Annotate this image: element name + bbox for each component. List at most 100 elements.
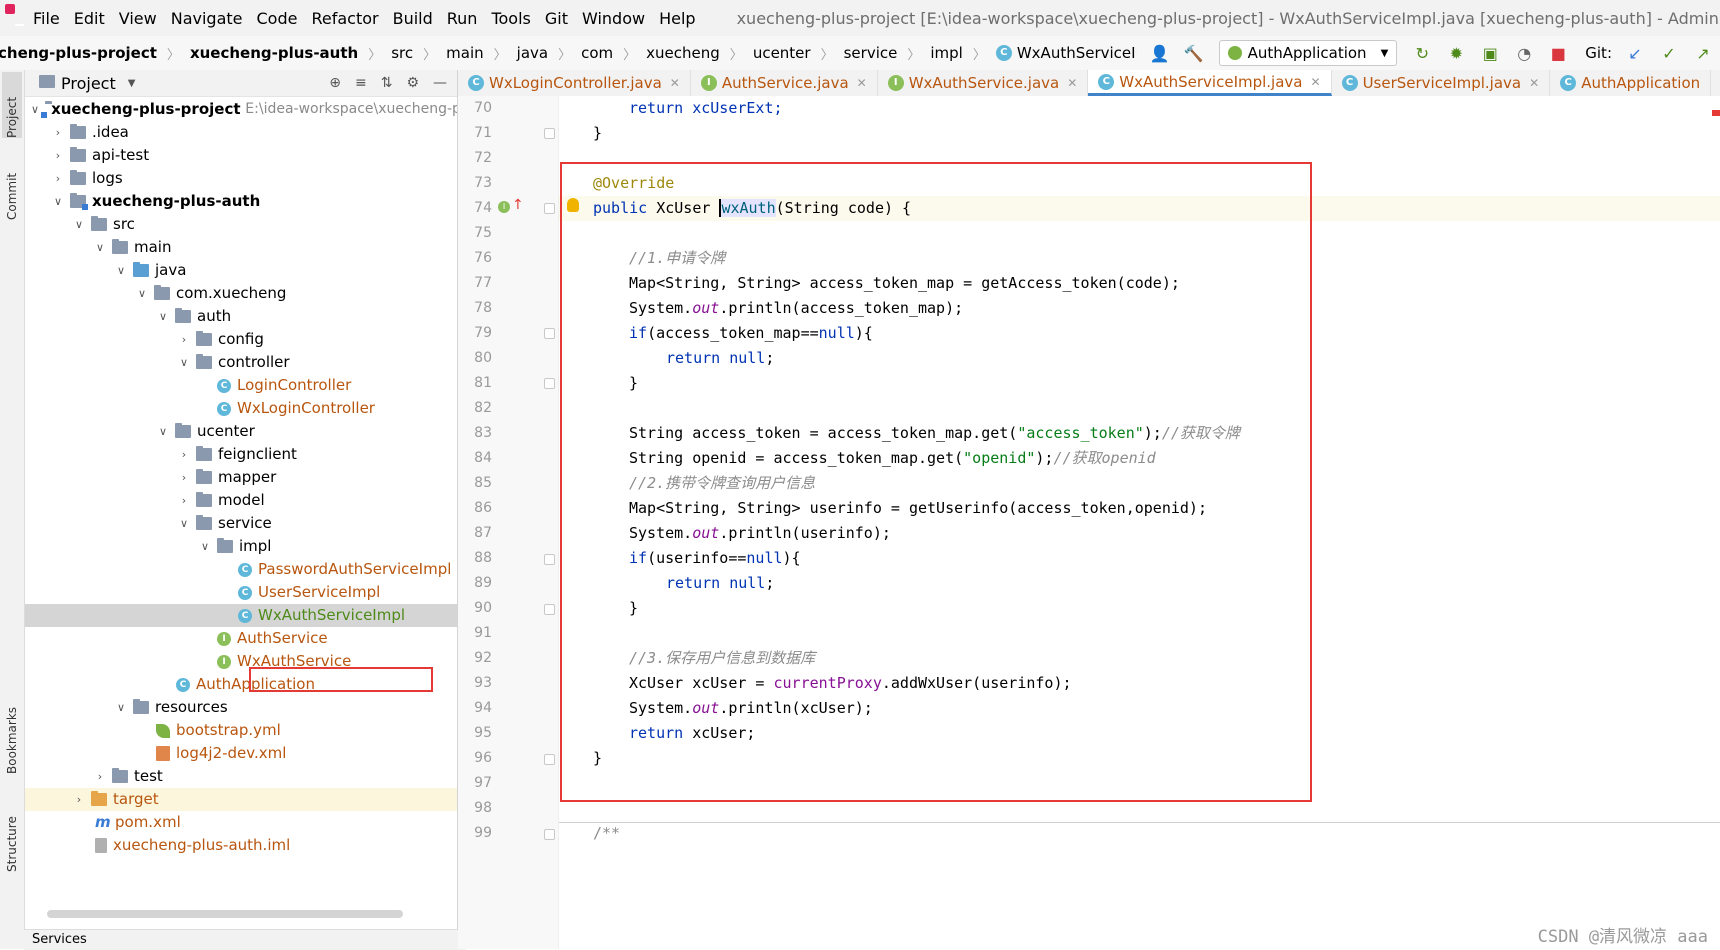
chevron-right-icon[interactable]: › [73,788,85,811]
tree-item-auth-module[interactable]: ∨ xuecheng-plus-auth [25,190,457,213]
tree-item-idea[interactable]: › .idea [25,121,457,144]
breadcrumb-xuecheng[interactable]: xuecheng [644,44,722,62]
tab-wx-auth-service-impl[interactable]: C WxAuthServiceImpl.java ✕ [1088,70,1332,96]
expand-all-icon[interactable]: ≡ [355,75,367,91]
minimize-icon[interactable]: — [433,75,447,91]
menu-edit[interactable]: Edit [67,9,112,28]
run-configuration-select[interactable]: AuthApplication ▼ [1218,40,1398,66]
gear-icon[interactable]: ⚙ [406,75,419,91]
git-update-icon[interactable]: ↙ [1626,44,1644,63]
chevron-down-icon[interactable]: ∨ [178,351,190,374]
menu-build[interactable]: Build [386,9,440,28]
fold-marker-icon[interactable] [544,378,555,389]
tab-wx-login-controller[interactable]: C WxLoginController.java ✕ [458,70,691,96]
commit-tool-button[interactable]: Commit [2,156,22,220]
chevron-down-icon[interactable]: ∨ [199,535,211,558]
horizontal-scrollbar[interactable] [47,910,403,918]
structure-tool-button[interactable]: Structure [2,792,22,872]
tree-item-java[interactable]: ∨ java [25,259,457,282]
tree-item-bootstrap-yml[interactable]: bootstrap.yml [25,719,457,742]
menu-refactor[interactable]: Refactor [304,9,385,28]
tree-item-wx-auth-service-impl[interactable]: C WxAuthServiceImpl [25,604,457,627]
tree-item-auth-service[interactable]: I AuthService [25,627,457,650]
tree-item-log4j2-dev-xml[interactable]: log4j2-dev.xml [25,742,457,765]
tree-item-impl[interactable]: ∨ impl [25,535,457,558]
chevron-right-icon[interactable]: › [52,121,64,144]
menu-view[interactable]: View [112,9,164,28]
profile-icon[interactable]: ◔ [1515,44,1533,63]
breadcrumb-java[interactable]: java [515,44,550,62]
coverage-icon[interactable]: ▣ [1481,44,1499,63]
breadcrumb-module[interactable]: xuecheng-plus-auth [188,44,360,62]
tab-auth-application[interactable]: C AuthApplication [1550,70,1712,96]
tree-item-test[interactable]: › test [25,765,457,788]
chevron-right-icon[interactable]: › [178,328,190,351]
tree-item-password-auth-service-impl[interactable]: C PasswordAuthServiceImpl [25,558,457,581]
chevron-right-icon[interactable]: › [52,167,64,190]
git-push-icon[interactable]: ↗ [1694,44,1712,63]
fold-marker-icon[interactable] [544,604,555,615]
tree-item-wx-login-controller[interactable]: C WxLoginController [25,397,457,420]
stop-icon[interactable]: ■ [1549,44,1567,63]
chevron-right-icon[interactable]: › [178,466,190,489]
chevron-down-icon[interactable]: ∨ [178,512,190,535]
tree-item-user-service-impl[interactable]: C UserServiceImpl [25,581,457,604]
arrow-up-icon[interactable]: ↑ [512,197,524,213]
debug-bug-icon[interactable]: ✹ [1447,44,1465,63]
tree-item-model[interactable]: › model [25,489,457,512]
collapse-all-icon[interactable]: ⇅ [381,75,393,91]
chevron-down-icon[interactable]: ∨ [115,259,127,282]
tree-item-target[interactable]: › target [25,788,457,811]
chevron-down-icon[interactable]: ∨ [52,190,64,213]
rerun-icon[interactable]: ↻ [1413,44,1431,63]
tree-item-api-test[interactable]: › api-test [25,144,457,167]
close-icon[interactable]: ✕ [1529,76,1539,90]
menu-run[interactable]: Run [440,9,485,28]
project-tool-button[interactable]: Project [2,72,22,138]
tree-item-resources[interactable]: ∨ resources [25,696,457,719]
tree-item-config[interactable]: › config [25,328,457,351]
tree-item-com-xuecheng[interactable]: ∨ com.xuecheng [25,282,457,305]
chevron-down-icon[interactable]: ∨ [115,696,127,719]
tree-item-pom-xml[interactable]: m pom.xml [25,811,457,834]
tree-item-logs[interactable]: › logs [25,167,457,190]
breadcrumb-main[interactable]: main [444,44,485,62]
fold-marker-icon[interactable] [544,829,555,840]
code-editor[interactable]: return xcUserExt; } @Override public XcU… [559,96,1720,949]
fold-marker-icon[interactable] [544,328,555,339]
tab-auth-service[interactable]: I AuthService.java ✕ [691,70,878,96]
chevron-right-icon[interactable]: › [94,765,106,788]
tree-item-service[interactable]: ∨ service [25,512,457,535]
tree-item-mapper[interactable]: › mapper [25,466,457,489]
chevron-right-icon[interactable]: › [178,443,190,466]
breadcrumb-ucenter[interactable]: ucenter [751,44,813,62]
menu-navigate[interactable]: Navigate [164,9,250,28]
chevron-down-icon[interactable]: ∨ [157,305,169,328]
tab-wx-auth-service[interactable]: I WxAuthService.java ✕ [878,70,1089,96]
breadcrumb-project[interactable]: cheng-plus-project [0,44,159,62]
fold-marker-icon[interactable] [544,203,555,214]
editor-gutter[interactable]: 70 71 72 73 74 75 76 77 78 79 80 81 82 8… [458,96,559,949]
tree-item-controller[interactable]: ∨ controller [25,351,457,374]
chevron-down-icon[interactable]: ∨ [157,420,169,443]
breadcrumb-impl[interactable]: impl [928,44,964,62]
locate-file-icon[interactable]: ⊕ [329,75,341,91]
project-panel-title[interactable]: Project [61,74,116,93]
chevron-right-icon[interactable]: › [178,489,190,512]
fold-marker-icon[interactable] [544,754,555,765]
menu-git[interactable]: Git [538,9,575,28]
tree-item-src[interactable]: ∨ src [25,213,457,236]
breadcrumb-com[interactable]: com [579,44,615,62]
fold-marker-icon[interactable] [544,554,555,565]
chevron-right-icon[interactable]: › [52,144,64,167]
menu-window[interactable]: Window [575,9,652,28]
services-tool-bar[interactable]: Services [24,929,466,950]
menu-help[interactable]: Help [652,9,702,28]
tree-item-login-controller[interactable]: C LoginController [25,374,457,397]
tree-item-project-root[interactable]: ∨ xuecheng-plus-project E:\idea-workspace… [25,98,457,121]
close-icon[interactable]: ✕ [670,76,680,90]
tab-user-service-impl[interactable]: C UserServiceImpl.java ✕ [1332,70,1551,96]
chevron-down-icon[interactable]: ∨ [73,213,85,236]
menu-tools[interactable]: Tools [484,9,537,28]
menu-file[interactable]: File [26,9,67,28]
